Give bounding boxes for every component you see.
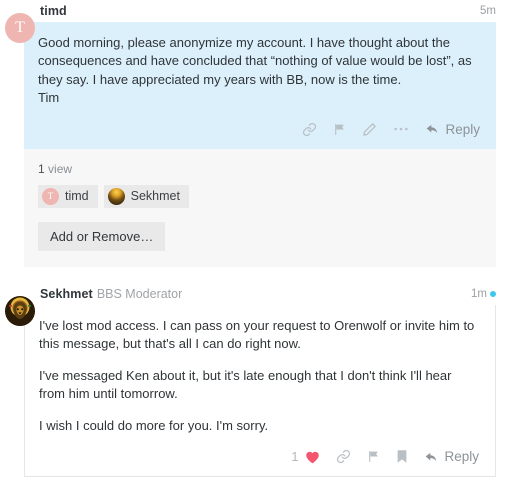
avatar[interactable]: T (5, 13, 35, 43)
link-icon[interactable] (336, 449, 351, 464)
avatar[interactable] (5, 295, 35, 326)
lion-avatar-image (5, 295, 35, 326)
participant-chips: T timd Sekhmet (38, 184, 482, 208)
reply-label: Reply (445, 121, 480, 137)
message-paragraph: Tim (38, 90, 60, 106)
view-count: 1 view (38, 162, 482, 176)
avatar (107, 187, 125, 205)
unread-indicator-icon (490, 290, 496, 297)
timestamp: 1m (471, 287, 487, 300)
message-paragraph: I've lost mod access. I can pass on your… (39, 317, 475, 352)
reply-label: Reply (444, 449, 479, 465)
message-header: Sekhmet BBS Moderator 1m (0, 283, 508, 305)
message-sekhmet: Sekhmet BBS Moderator 1m I've lost mod a… (0, 283, 508, 478)
participant-chip[interactable]: Sekhmet (103, 184, 189, 208)
like-count: 1 (291, 449, 299, 465)
message-paragraph: I wish I could do more for you. I'm sorr… (39, 417, 269, 433)
reply-button[interactable]: Reply (424, 449, 479, 464)
participant-name: timd (65, 189, 89, 204)
pencil-icon[interactable] (362, 122, 377, 137)
message-header: timd 5m (0, 0, 508, 22)
message-actions: Reply (38, 108, 482, 141)
reply-button[interactable]: Reply (425, 122, 480, 137)
author-name[interactable]: Sekhmet (40, 287, 93, 301)
link-icon[interactable] (302, 122, 317, 137)
heart-icon[interactable] (305, 450, 320, 464)
message-thread: T timd 5m Good morning, please anonymize… (0, 0, 508, 500)
reply-arrow-icon (427, 125, 438, 134)
ellipsis-icon[interactable] (393, 126, 409, 132)
view-count-label: view (48, 161, 73, 176)
bookmark-icon[interactable] (396, 449, 408, 464)
timestamp: 5m (480, 5, 496, 17)
avatar: T (42, 187, 59, 205)
author-name[interactable]: timd (40, 4, 67, 18)
timestamp-group: 5m (480, 5, 496, 17)
flag-icon[interactable] (367, 449, 380, 464)
add-or-remove-button[interactable]: Add or Remove… (38, 221, 166, 251)
message-bubble: Good morning, please anonymize my accoun… (24, 22, 496, 149)
view-count-number: 1 (38, 161, 45, 176)
participant-name: Sekhmet (130, 189, 180, 204)
flag-icon[interactable] (333, 122, 346, 137)
avatar-initial: T (15, 19, 25, 36)
message-card: I've lost mod access. I can pass on your… (24, 304, 496, 478)
reply-arrow-icon (426, 452, 437, 461)
message-timd: T timd 5m Good morning, please anonymize… (0, 0, 508, 149)
participant-chip[interactable]: T timd (38, 184, 98, 208)
timestamp-group: 1m (471, 288, 496, 300)
message-paragraph: I've messaged Ken about it, but it's lat… (39, 367, 452, 402)
message-paragraph: Good morning, please anonymize my accoun… (38, 35, 472, 87)
participants-panel: 1 view T timd Sekhmet Add or Remove… (24, 148, 496, 267)
message-actions: 1 Reply (39, 435, 481, 468)
avatar-initial: T (47, 191, 54, 202)
author-title: BBS Moderator (96, 286, 183, 301)
